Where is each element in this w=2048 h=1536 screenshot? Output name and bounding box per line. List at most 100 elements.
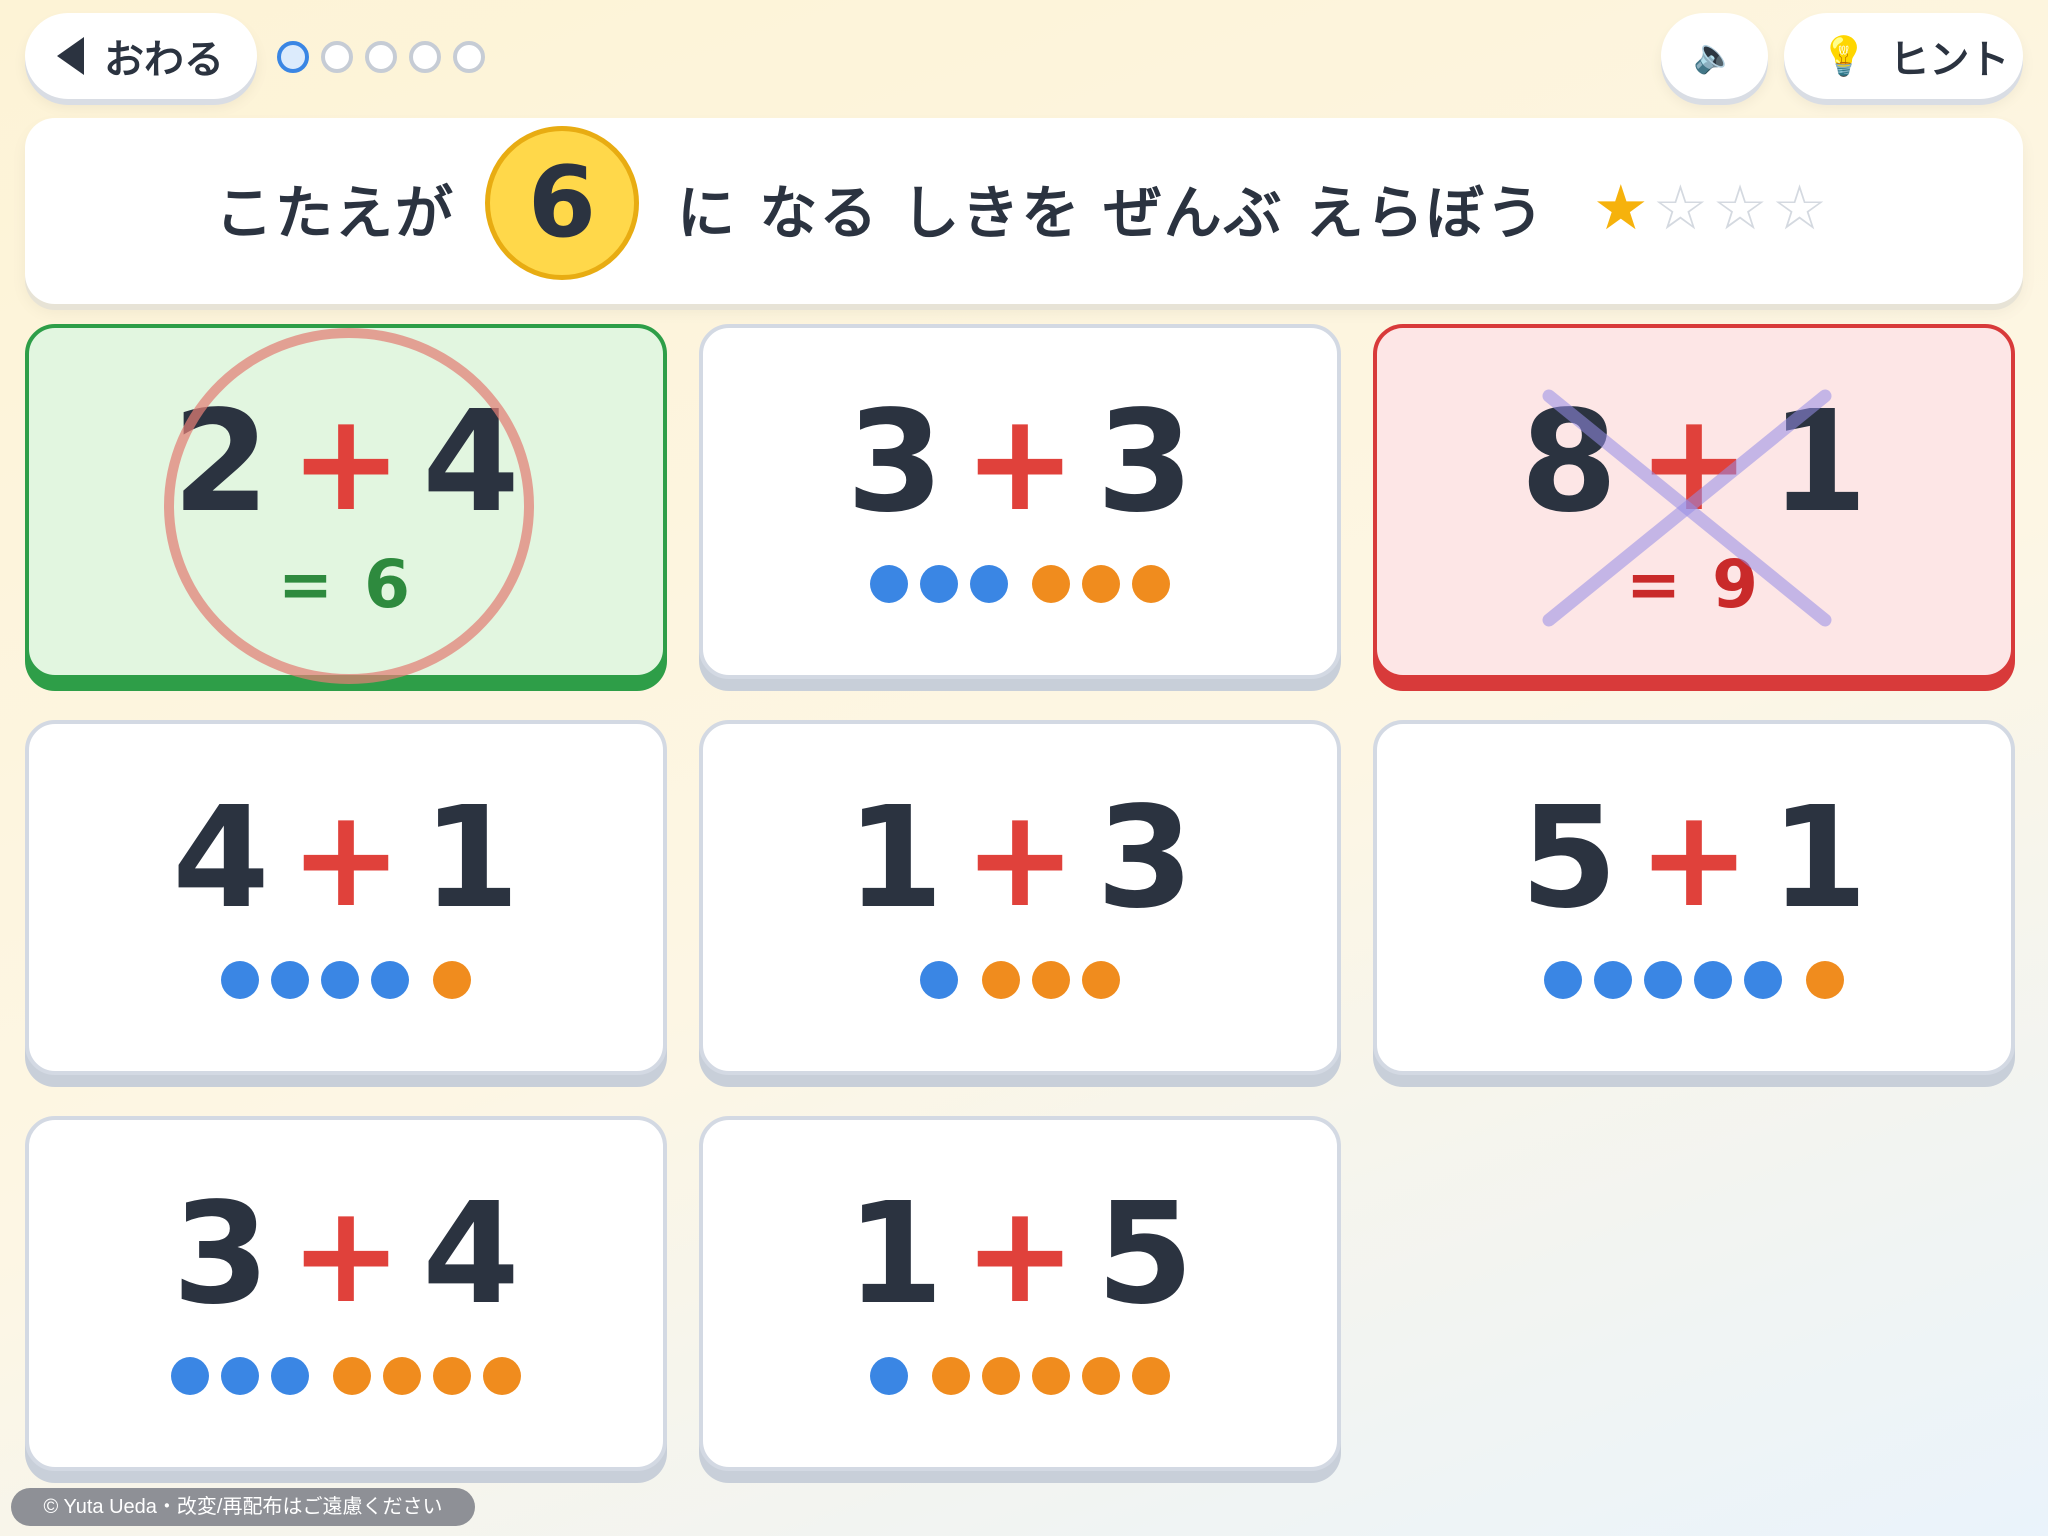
sound-button[interactable]: 🔈 <box>1661 13 1768 99</box>
orange-dot <box>1132 565 1170 603</box>
operand-a: 4 <box>172 777 270 940</box>
blue-dot <box>221 961 259 999</box>
orange-dot <box>1082 1357 1120 1395</box>
orange-dot <box>1032 565 1070 603</box>
blue-dot <box>1594 961 1632 999</box>
dot-counters <box>703 1357 1337 1395</box>
blue-dot-group <box>1544 961 1782 999</box>
blue-dot-group <box>870 565 1008 603</box>
star-filled-icon: ★ <box>1593 171 1649 244</box>
operand-a: 5 <box>1520 777 1618 940</box>
blue-dot <box>1694 961 1732 999</box>
dot-counters <box>29 1357 663 1395</box>
blue-dot-group <box>171 1357 309 1395</box>
orange-dot <box>932 1357 970 1395</box>
dot-counters <box>703 961 1337 999</box>
progress-dot <box>321 41 353 73</box>
target-number: 6 <box>485 126 639 280</box>
orange-dot <box>1806 961 1844 999</box>
expression: 1 +3 <box>703 784 1337 934</box>
orange-dot-group <box>1806 961 1844 999</box>
answer-card[interactable]: 5 +1 <box>1373 720 2015 1075</box>
star-empty-icon: ☆ <box>1712 171 1768 244</box>
blue-dot <box>221 1357 259 1395</box>
blue-dot <box>870 1357 908 1395</box>
expression: 1 +5 <box>703 1180 1337 1330</box>
operand-b: 3 <box>1096 381 1194 544</box>
plus-operator: + <box>963 780 1077 937</box>
expression: 3 +4 <box>29 1180 663 1330</box>
back-label: おわる <box>104 37 224 83</box>
operand-b: 5 <box>1096 1173 1194 1336</box>
star-empty-icon: ☆ <box>1652 171 1709 244</box>
blue-dot <box>920 565 958 603</box>
wrong-cross-mark <box>1542 389 1832 627</box>
orange-dot <box>333 1357 371 1395</box>
orange-dot <box>1082 961 1120 999</box>
dot-counters <box>703 565 1337 603</box>
orange-dot <box>1032 961 1070 999</box>
progress-dot <box>453 41 485 73</box>
answer-card[interactable]: 3 +3 <box>699 324 1341 679</box>
plus-operator: + <box>289 780 403 937</box>
orange-dot <box>1032 1357 1070 1395</box>
orange-dot <box>982 961 1020 999</box>
operand-a: 1 <box>846 1173 944 1336</box>
plus-operator: + <box>289 1176 403 1333</box>
answer-card[interactable]: 8 +1 = 9 <box>1373 324 2015 679</box>
lightbulb-icon: 💡 <box>1820 33 1868 78</box>
question-suffix: に なる しきを ぜんぶ えらぼう <box>677 179 1546 247</box>
answer-card[interactable]: 1 +3 <box>699 720 1341 1075</box>
question-prefix: こたえが <box>215 179 456 247</box>
answer-card[interactable]: 3 +4 <box>25 1116 667 1471</box>
orange-dot-group <box>333 1357 521 1395</box>
progress-dot <box>409 41 441 73</box>
hint-label: ヒント <box>1889 37 2010 83</box>
progress-dot <box>365 41 397 73</box>
back-button[interactable]: おわる <box>25 13 257 99</box>
answer-card[interactable]: 1 +5 <box>699 1116 1341 1471</box>
orange-dot-group <box>982 961 1120 999</box>
orange-dot <box>383 1357 421 1395</box>
orange-dot <box>1132 1357 1170 1395</box>
plus-operator: + <box>963 1176 1077 1333</box>
operand-b: 4 <box>422 1173 520 1336</box>
blue-dot <box>171 1357 209 1395</box>
operand-a: 3 <box>846 381 944 544</box>
speaker-icon: 🔈 <box>1693 36 1736 76</box>
expression: 4 +1 <box>29 784 663 934</box>
orange-dot-group <box>932 1357 1170 1395</box>
plus-operator: + <box>1637 780 1751 937</box>
blue-dot <box>1544 961 1582 999</box>
orange-dot <box>982 1357 1020 1395</box>
answer-card[interactable]: 4 +1 <box>25 720 667 1075</box>
expression: 3 +3 <box>703 388 1337 538</box>
credit-badge: © Yuta Ueda・改変/再配布はご遠慮ください <box>11 1488 475 1526</box>
blue-dot <box>271 1357 309 1395</box>
blue-dot <box>271 961 309 999</box>
question-banner: こたえが 6 に なる しきを ぜんぶ えらぼう ★ ☆ ☆ ☆ <box>25 118 2023 304</box>
blue-dot-group <box>870 1357 908 1395</box>
correct-circle-mark <box>164 328 534 684</box>
blue-dot <box>870 565 908 603</box>
operand-b: 3 <box>1096 777 1194 940</box>
expression: 5 +1 <box>1377 784 2011 934</box>
operand-a: 3 <box>172 1173 270 1336</box>
blue-dot <box>920 961 958 999</box>
orange-dot <box>433 961 471 999</box>
star-rating: ★ ☆ ☆ ☆ <box>1593 173 1827 243</box>
operand-a: 1 <box>846 777 944 940</box>
progress-dot <box>277 41 309 73</box>
hint-button[interactable]: 💡 ヒント <box>1784 13 2023 99</box>
answer-card[interactable]: 2 +4 = 6 <box>25 324 667 684</box>
blue-dot <box>1644 961 1682 999</box>
dot-counters <box>29 961 663 999</box>
plus-operator: + <box>963 384 1077 541</box>
blue-dot-group <box>221 961 409 999</box>
operand-b: 1 <box>422 777 520 940</box>
blue-dot <box>321 961 359 999</box>
blue-dot-group <box>920 961 958 999</box>
back-arrow-icon <box>57 37 84 75</box>
orange-dot <box>483 1357 521 1395</box>
blue-dot <box>1744 961 1782 999</box>
